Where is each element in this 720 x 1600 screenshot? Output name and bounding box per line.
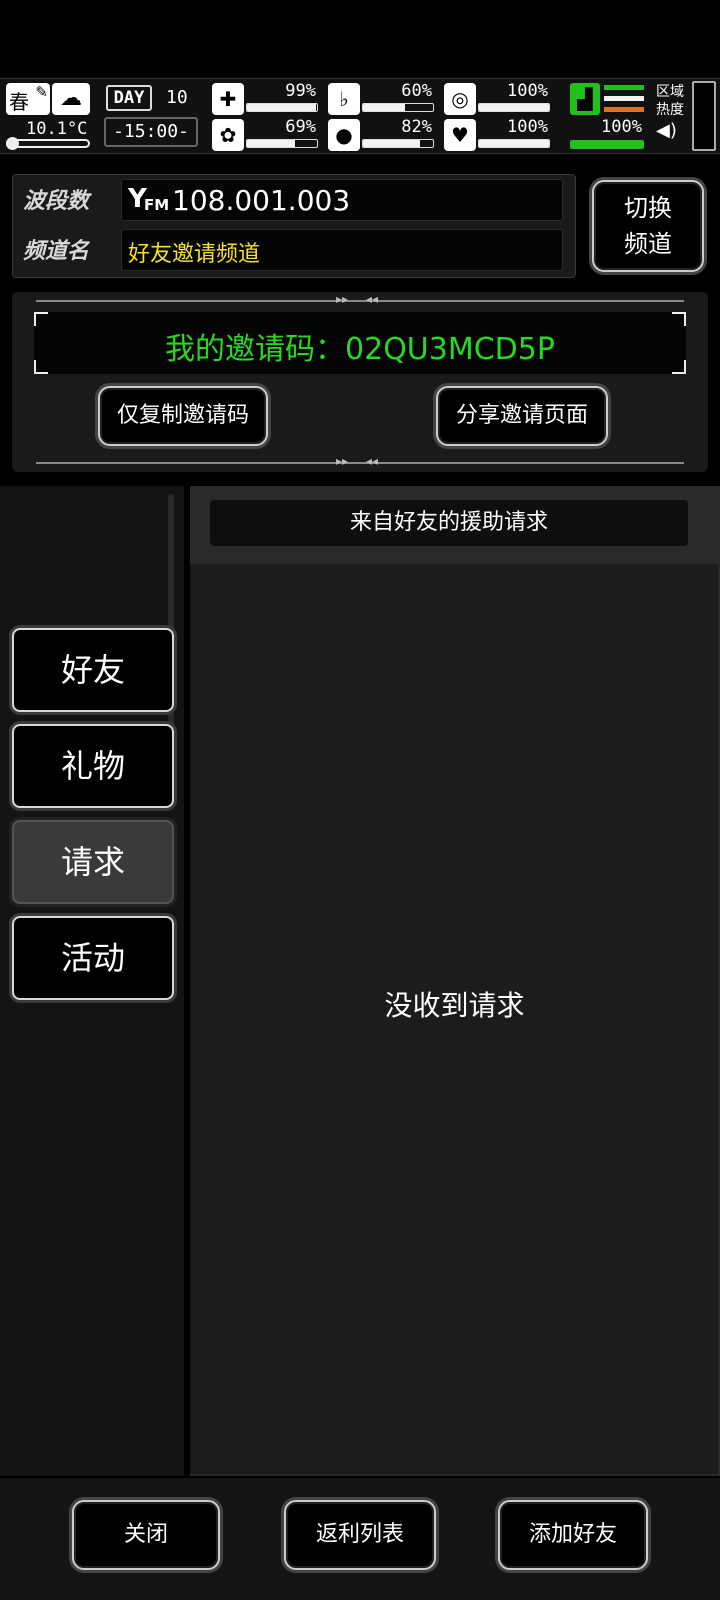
speed-percent: 100% [601,117,642,137]
health-percent: 99% [285,81,316,101]
speed-lines [604,85,644,113]
invite-code-text: 我的邀请码：02QU3MCD5P [165,332,555,367]
water-drop-icon: ● [328,119,360,151]
stamina-bar [478,103,550,112]
stomach-icon: ♭ [328,83,360,115]
area-heat-meter [692,81,716,151]
heart-icon: ♥ [444,119,476,151]
request-list[interactable]: 没收到请求 [190,564,718,1474]
tab-friends[interactable]: 好友 [12,628,174,712]
boot-icon: ▟ [570,83,600,115]
empty-message: 没收到请求 [384,989,525,1022]
water-bar [362,139,434,148]
invite-panel: ▸▸ ◂◂ 我的邀请码：02QU3MCD5P 仅复制邀请码 分享邀请页面 ▸▸ ◂◂ [12,292,708,472]
share-invite-page-button[interactable]: 分享邀请页面 [436,386,608,446]
area-heat[interactable]: 区域 热度 ◀) [656,83,688,149]
thermometer-icon [6,137,90,150]
medkit-icon: ✚ [212,83,244,115]
day-number: 10 [166,87,188,108]
temperature-readout: 10.1°C [26,119,88,139]
bottom-bar: 关闭 返利列表 添加好友 [0,1478,720,1600]
rebate-list-button[interactable]: 返利列表 [284,1500,436,1570]
mood-bar [478,139,550,148]
fm-badge: FM [144,196,170,214]
content-header: 来自好友的援助请求 [210,500,688,546]
stamina-icon: ◎ [444,83,476,115]
tab-events[interactable]: 活动 [12,916,174,1000]
hunger-percent: 60% [401,81,432,101]
copy-invite-code-button[interactable]: 仅复制邀请码 [98,386,268,446]
area-heat-label-2: 热度 [656,102,684,118]
mood-percent: 100% [507,117,548,137]
switch-channel-line1: 切换 [624,194,672,222]
channel-field: 好友邀请频道 [121,229,563,271]
divider-top: ▸▸ ◂◂ [36,292,684,306]
tab-gifts[interactable]: 礼物 [12,724,174,808]
band-label: 波段数 [23,189,90,214]
health-bar [246,103,318,112]
band-field: Y FM 108.001.003 [121,179,563,221]
season-spring-icon: ✎ [35,83,48,101]
water-percent: 82% [401,117,432,137]
channel-value: 好友邀请频道 [128,242,261,267]
weather-cloudy-icon: ☁ [52,83,90,115]
invite-code-box: 我的邀请码：02QU3MCD5P [34,312,686,374]
season-label: 春 [9,90,29,114]
brain-icon: ✿ [212,119,244,151]
tab-requests[interactable]: 请求 [12,820,174,904]
hunger-bar [362,103,434,112]
area-heat-label-1: 区域 [656,84,684,100]
clock-readout: -15:00- [104,117,198,147]
close-button[interactable]: 关闭 [72,1500,220,1570]
channel-label: 频道名 [23,239,90,264]
speed-bar [570,140,644,149]
season-box: 春 ✎ [6,83,50,115]
add-friend-button[interactable]: 添加好友 [498,1500,648,1570]
band-value: 108.001.003 [172,184,351,217]
switch-channel-line2: 频道 [624,230,672,258]
brain-percent: 69% [285,117,316,137]
stamina-percent: 100% [507,81,548,101]
sidebar: 好友 礼物 请求 活动 [0,486,184,1476]
status-bar: 春 ✎ ☁ 10.1°C DAY 10 -15:00- ✚ 99% ♭ 60% … [0,78,720,154]
brain-bar [246,139,318,148]
content-panel: 来自好友的援助请求 没收到请求 [190,486,720,1476]
divider-bottom: ▸▸ ◂◂ [36,454,684,468]
frequency-panel: 波段数 Y FM 108.001.003 频道名 好友邀请频道 [12,174,576,278]
day-label: DAY [106,85,152,111]
switch-channel-button[interactable]: 切换 频道 [592,180,704,272]
speaker-icon: ◀) [656,120,677,141]
